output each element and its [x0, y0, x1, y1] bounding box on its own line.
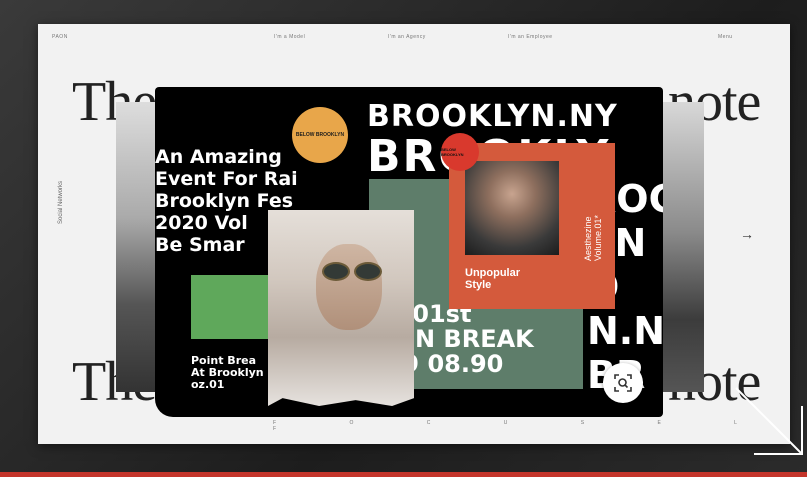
volume-text: Aesthezine Volume.01* — [583, 215, 603, 261]
sunglasses — [322, 262, 382, 281]
nav-item-model: I'm a Model — [274, 34, 306, 40]
red-badge: BELOW BROOKLYN — [441, 133, 479, 171]
poster-collage: An Amazing Event For Rai Brooklyn Fes 20… — [155, 87, 663, 417]
right-line: N.N — [587, 309, 663, 353]
arrow-right-icon[interactable]: → — [740, 226, 754, 242]
nav-menu: Menu — [718, 34, 733, 40]
model-face — [316, 244, 382, 330]
visual-search-icon — [614, 374, 632, 392]
yellow-badge: BELOW BROOKLYN — [292, 107, 348, 163]
point-break-text: Point Brea At Brooklyn oz.01 — [191, 355, 264, 391]
green-block — [191, 275, 271, 339]
event-line: An Amazing — [155, 146, 282, 168]
bottom-letters: F O C U S E L F — [273, 420, 773, 432]
social-networks-label: Social Networks — [58, 180, 64, 224]
model-photo — [268, 210, 414, 406]
nav-item-agency: I'm an Agency — [388, 34, 426, 40]
brooklyn-title: BROOKLYN.NY — [367, 99, 618, 134]
nav-logo: PAON — [52, 34, 68, 40]
event-line: Brooklyn Fes — [155, 190, 294, 212]
volume-line: Aesthezine — [583, 216, 593, 261]
right-photo — [660, 102, 704, 392]
visual-search-button[interactable] — [603, 363, 643, 403]
man-portrait — [465, 161, 559, 255]
nav-item-employee: I'm an Employee — [508, 34, 553, 40]
bottom-accent-bar — [0, 472, 807, 477]
unpopular-line: Unpopular — [465, 267, 520, 279]
point-line: oz.01 — [191, 378, 225, 391]
unpopular-style-text: Unpopular Style — [465, 267, 520, 291]
unpopular-line: Style — [465, 279, 492, 291]
corner-arrow-icon — [735, 387, 803, 455]
event-line: Event For Rai — [155, 168, 298, 190]
top-navigation: PAON I'm a Model I'm an Agency I'm an Em… — [38, 34, 790, 48]
volume-line: Volume.01* — [593, 214, 603, 261]
